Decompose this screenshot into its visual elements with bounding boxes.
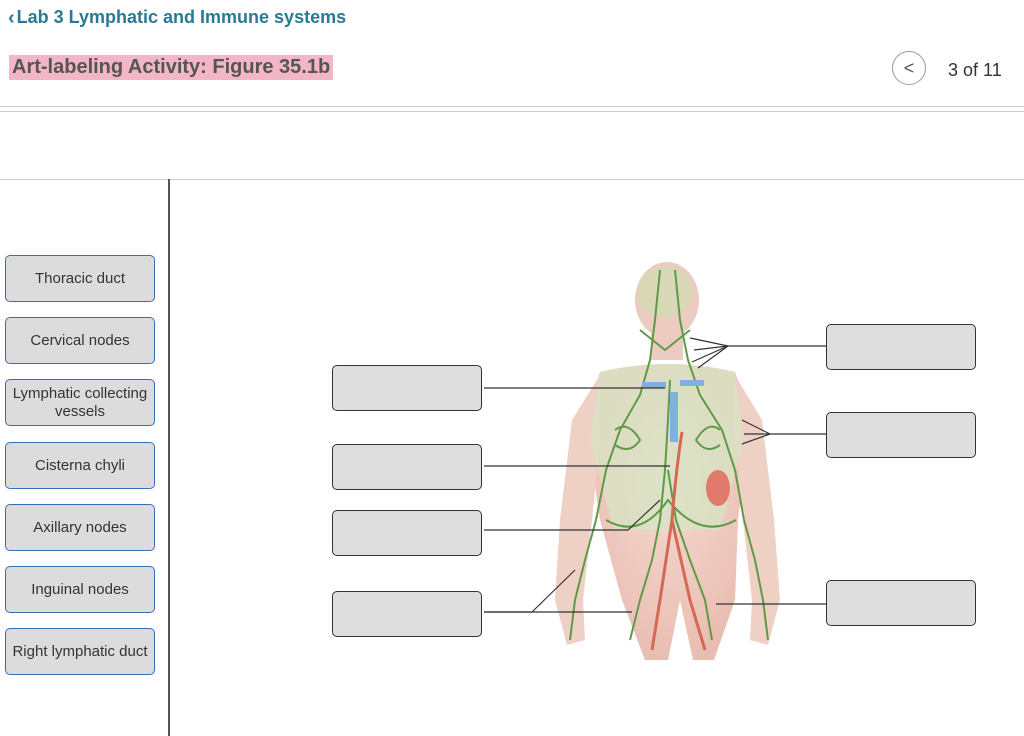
drop-target-right-2[interactable] [826, 412, 976, 458]
drop-target-left-3[interactable] [332, 510, 482, 556]
drop-target-left-4[interactable] [332, 591, 482, 637]
stomach [706, 470, 730, 506]
drop-target-left-2[interactable] [332, 444, 482, 490]
drop-target-right-1[interactable] [826, 324, 976, 370]
body-silhouette [555, 262, 780, 660]
drop-target-left-1[interactable] [332, 365, 482, 411]
drop-target-right-3[interactable] [826, 580, 976, 626]
